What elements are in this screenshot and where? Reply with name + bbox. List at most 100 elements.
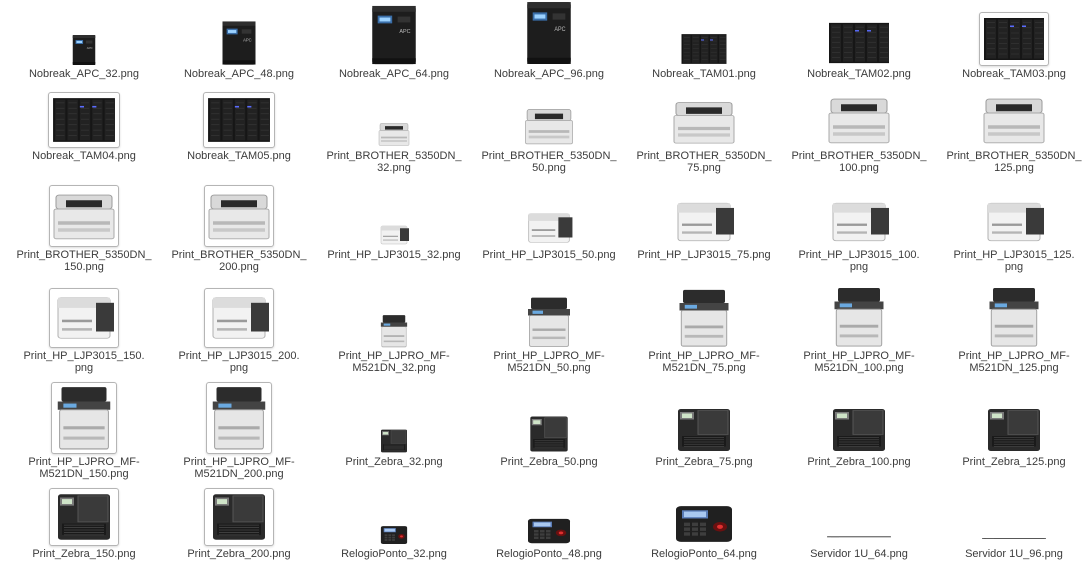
file-name-label: Print_Zebra_200.png: [187, 548, 291, 560]
file-name-label: Print_BROTHER_5350DN_ 50.png: [481, 150, 617, 174]
file-item[interactable]: Print_HP_LJP3015_200. png: [165, 288, 313, 374]
file-name-label: Print_Zebra_100.png: [807, 456, 911, 468]
file-name-label: Nobreak_TAM02.png: [807, 68, 911, 80]
file-item[interactable]: Print_BROTHER_5350DN_ 150.png: [10, 185, 158, 273]
laser-printer-brother-icon: [524, 104, 574, 148]
file-item[interactable]: Print_HP_LJPRO_MF- M521DN_75.png: [630, 288, 778, 374]
label-printer-zebra-icon: [827, 406, 891, 454]
rack-server-icon: [827, 536, 891, 546]
ups-cabinet-icon: [680, 32, 728, 66]
file-item[interactable]: Print_BROTHER_5350DN_ 75.png: [630, 96, 778, 174]
ups-cabinet-icon: [827, 20, 891, 66]
file-name-label: Print_HP_LJP3015_150. png: [23, 350, 145, 374]
file-name-label: Print_HP_LJPRO_MF- M521DN_50.png: [493, 350, 605, 374]
file-name-label: Print_HP_LJPRO_MF- M521DN_125.png: [958, 350, 1070, 374]
file-item[interactable]: Print_HP_LJP3015_125. png: [940, 197, 1083, 273]
file-name-label: Nobreak_TAM03.png: [962, 68, 1066, 80]
laser-printer-hp-icon: [982, 197, 1046, 247]
laser-printer-hp-icon: [672, 197, 736, 247]
file-item[interactable]: Nobreak_TAM04.png: [10, 92, 158, 162]
time-clock-icon: [672, 502, 736, 546]
file-item[interactable]: Nobreak_TAM02.png: [785, 20, 933, 80]
file-name-label: Nobreak_APC_48.png: [183, 68, 295, 80]
file-item[interactable]: Print_HP_LJPRO_MF- M521DN_200.png: [165, 382, 313, 480]
file-item[interactable]: Print_BROTHER_5350DN_ 32.png: [320, 120, 468, 174]
file-name-label: RelogioPonto_32.png: [341, 548, 447, 560]
file-item[interactable]: RelogioPonto_48.png: [475, 516, 623, 560]
file-item[interactable]: APC Nobreak_APC_48.png: [165, 20, 313, 80]
file-item[interactable]: APC Nobreak_APC_32.png: [10, 34, 158, 80]
ups-cabinet-icon: [48, 92, 120, 148]
file-name-label: Print_HP_LJPRO_MF- M521DN_32.png: [338, 350, 450, 374]
ups-cabinet-icon: [203, 92, 275, 148]
file-item[interactable]: Print_Zebra_200.png: [165, 488, 313, 560]
file-name-label: Servidor 1U_96.png: [965, 548, 1063, 560]
mfp-printer-icon: [525, 296, 573, 348]
file-name-label: Nobreak_APC_64.png: [338, 68, 450, 80]
file-item[interactable]: Print_Zebra_32.png: [320, 428, 468, 468]
file-name-label: Print_HP_LJP3015_100. png: [798, 249, 920, 273]
file-item[interactable]: Print_Zebra_75.png: [630, 406, 778, 468]
file-name-label: Print_BROTHER_5350DN_ 125.png: [946, 150, 1082, 174]
file-item[interactable]: Print_HP_LJP3015_50.png: [475, 209, 623, 261]
mfp-printer-icon: [379, 314, 409, 348]
file-item[interactable]: Print_BROTHER_5350DN_ 50.png: [475, 104, 623, 174]
file-item[interactable]: Print_HP_LJPRO_MF- M521DN_125.png: [940, 286, 1083, 374]
file-item[interactable]: Print_HP_LJPRO_MF- M521DN_100.png: [785, 286, 933, 374]
file-name-label: Print_HP_LJPRO_MF- M521DN_75.png: [648, 350, 760, 374]
file-name-label: Print_HP_LJP3015_125. png: [953, 249, 1075, 273]
file-item[interactable]: Nobreak_TAM03.png: [940, 12, 1083, 80]
file-item[interactable]: Print_Zebra_50.png: [475, 414, 623, 468]
file-item[interactable]: Print_Zebra_100.png: [785, 406, 933, 468]
laser-printer-brother-icon: [672, 96, 736, 148]
svg-text:APC: APC: [554, 27, 565, 33]
file-item[interactable]: Print_HP_LJPRO_MF- M521DN_150.png: [10, 382, 158, 480]
file-item[interactable]: Print_HP_LJP3015_100. png: [785, 197, 933, 273]
laser-printer-brother-icon: [49, 185, 119, 247]
file-name-label: Print_BROTHER_5350DN_ 32.png: [326, 150, 462, 174]
label-printer-zebra-icon: [526, 414, 572, 454]
file-item[interactable]: Nobreak_TAM01.png: [630, 32, 778, 80]
file-item[interactable]: APC Nobreak_APC_96.png: [475, 0, 623, 80]
file-item[interactable]: Print_BROTHER_5350DN_ 125.png: [940, 92, 1083, 174]
file-item[interactable]: RelogioPonto_64.png: [630, 502, 778, 560]
laser-printer-hp-icon: [49, 288, 119, 348]
file-name-label: Print_Zebra_50.png: [500, 456, 598, 468]
file-name-label: Print_HP_LJP3015_50.png: [482, 249, 616, 261]
laser-printer-brother-icon: [204, 185, 274, 247]
file-item[interactable]: Print_HP_LJP3015_75.png: [630, 197, 778, 261]
laser-printer-brother-icon: [982, 92, 1046, 148]
file-item[interactable]: Print_BROTHER_5350DN_ 100.png: [785, 92, 933, 174]
label-printer-zebra-icon: [982, 406, 1046, 454]
label-printer-zebra-icon: [672, 406, 736, 454]
file-name-label: Servidor 1U_64.png: [810, 548, 908, 560]
file-name-label: Print_HP_LJP3015_200. png: [178, 350, 300, 374]
file-name-label: Print_HP_LJP3015_75.png: [637, 249, 771, 261]
file-item[interactable]: Nobreak_TAM05.png: [165, 92, 313, 162]
file-name-label: Print_HP_LJP3015_32.png: [327, 249, 461, 261]
file-name-label: Nobreak_APC_96.png: [493, 68, 605, 80]
file-item[interactable]: Servidor 1U_64.png: [785, 536, 933, 560]
file-item[interactable]: Print_HP_LJP3015_32.png: [320, 223, 468, 261]
file-item[interactable]: Print_BROTHER_5350DN_ 200.png: [165, 185, 313, 273]
file-item[interactable]: RelogioPonto_32.png: [320, 524, 468, 560]
laser-printer-hp-icon: [378, 223, 410, 247]
file-name-label: RelogioPonto_64.png: [651, 548, 757, 560]
file-name-label: Print_Zebra_150.png: [32, 548, 136, 560]
file-item[interactable]: Print_HP_LJPRO_MF- M521DN_32.png: [320, 314, 468, 374]
file-item[interactable]: APC Nobreak_APC_64.png: [320, 4, 468, 80]
file-name-label: Nobreak_APC_32.png: [28, 68, 140, 80]
label-printer-zebra-icon: [49, 488, 119, 546]
time-clock-icon: [379, 524, 409, 546]
laser-printer-hp-icon: [827, 197, 891, 247]
file-name-label: Print_BROTHER_5350DN_ 75.png: [636, 150, 772, 174]
file-name-label: Print_HP_LJPRO_MF- M521DN_150.png: [28, 456, 140, 480]
file-item[interactable]: Print_HP_LJPRO_MF- M521DN_50.png: [475, 296, 623, 374]
file-item[interactable]: Servidor 1U_96.png: [940, 538, 1083, 560]
file-item[interactable]: Print_HP_LJP3015_150. png: [10, 288, 158, 374]
mfp-printer-icon: [986, 286, 1042, 348]
mfp-printer-icon: [676, 288, 732, 348]
file-name-label: Nobreak_TAM01.png: [652, 68, 756, 80]
file-item[interactable]: Print_Zebra_150.png: [10, 488, 158, 560]
file-item[interactable]: Print_Zebra_125.png: [940, 406, 1083, 468]
